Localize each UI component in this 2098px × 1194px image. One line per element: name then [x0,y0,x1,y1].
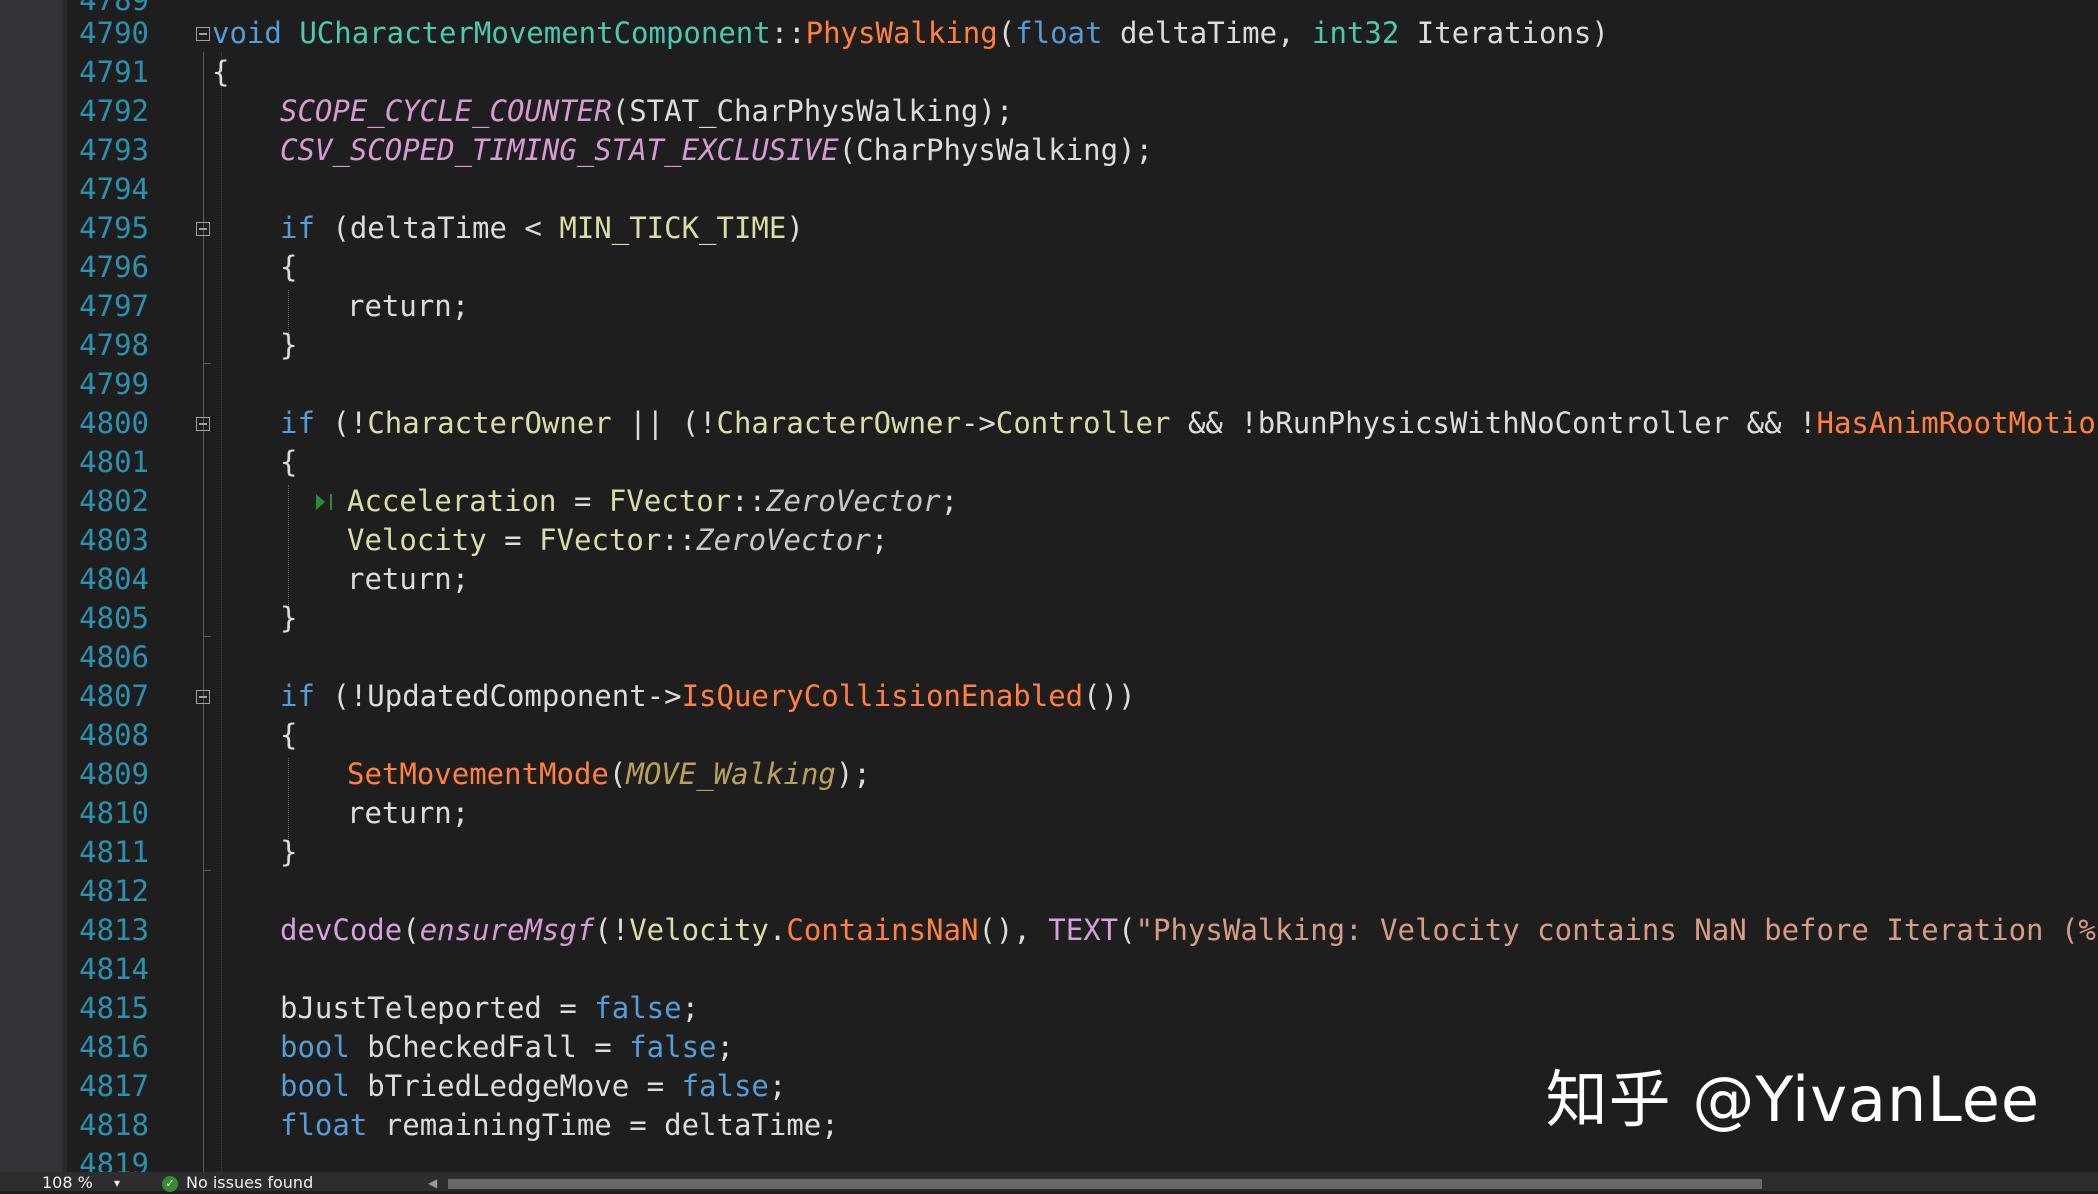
line-number: 4800 [79,406,149,440]
line-number-gutter[interactable]: 4789 4790 4791 4792 4793 4794 4795 4796 … [67,0,195,1181]
line-number: 4801 [79,445,149,479]
line-number: 4818 [79,1108,149,1142]
indent-guide [221,52,222,1172]
code-line-4810: return; [347,796,470,830]
line-number: 4791 [79,55,149,89]
code-line-4801: { [280,445,298,479]
outline-line [203,52,204,1172]
line-number: 4809 [79,757,149,791]
code-line-4818: float remainingTime = deltaTime; [280,1108,839,1142]
line-number: 4799 [79,367,149,401]
line-number: 4816 [79,1030,149,1064]
code-line-4815: bJustTeleported = false; [280,991,700,1025]
code-line-4804: return; [347,562,470,596]
code-line-4817: bool bTriedLedgeMove = false; [280,1069,787,1103]
code-line-4813: devCode(ensureMsgf(!Velocity.ContainsNaN… [280,913,2098,947]
line-number: 4797 [79,289,149,323]
line-number: 4793 [79,133,149,167]
code-line-4793: CSV_SCOPED_TIMING_STAT_EXCLUSIVE(CharPhy… [280,133,1153,167]
line-number: 4810 [79,796,149,830]
line-number: 4796 [79,250,149,284]
code-line-4797: return; [347,289,470,323]
line-number: 4815 [79,991,149,1025]
code-line-4796: { [280,250,298,284]
line-number: 4811 [79,835,149,869]
code-line-4807: if (!UpdatedComponent->IsQueryCollisionE… [280,679,1136,713]
outline-block-end [203,636,211,637]
horizontal-scrollbar[interactable] [448,1179,1762,1189]
line-number: 4802 [79,484,149,518]
outline-block-end [203,870,211,871]
line-number: 4808 [79,718,149,752]
line-number: 4795 [79,211,149,245]
code-line-4800: if (!CharacterOwner || (!CharacterOwner-… [280,406,2098,440]
check-circle-icon: ✓ [162,1176,178,1192]
line-number: 4803 [79,523,149,557]
code-line-4803: Velocity = FVector::ZeroVector; [347,523,889,557]
line-number: 4807 [79,679,149,713]
line-number: 4806 [79,640,149,674]
collapse-toggle-icon[interactable] [196,27,210,41]
line-number: 4805 [79,601,149,635]
execution-arrow-icon [316,494,325,510]
code-line-4792: SCOPE_CYCLE_COUNTER(STAT_CharPhysWalking… [280,94,1014,128]
collapse-toggle-icon[interactable] [196,417,210,431]
editor-status-bar: 108 % ▾ ✓ No issues found ◀ [0,1172,2098,1192]
watermark: 知乎 @YivanLee [1545,1063,2040,1136]
line-number: 4792 [79,94,149,128]
line-number: 4790 [79,16,149,50]
code-line-4802: Acceleration = FVector::ZeroVector; [347,484,959,518]
line-number: 4812 [79,874,149,908]
execution-bar [330,494,332,510]
editor-left-margin [0,0,67,1172]
collapse-toggle-icon[interactable] [196,222,210,236]
line-number: 4804 [79,562,149,596]
code-line-4805: } [280,601,298,635]
line-number: 4814 [79,952,149,986]
outline-block-end [203,363,211,364]
collapse-toggle-icon[interactable] [196,690,210,704]
code-line-4791: { [212,55,230,89]
code-line-4808: { [280,718,298,752]
line-number: 4794 [79,172,149,206]
line-number: 4813 [79,913,149,947]
code-line-4795: if (deltaTime < MIN_TICK_TIME) [280,211,804,245]
code-line-4798: } [280,328,298,362]
line-number: 4798 [79,328,149,362]
code-line-4811: } [280,835,298,869]
code-line-4816: bool bCheckedFall = false; [280,1030,734,1064]
code-line-4790: void UCharacterMovementComponent::PhysWa… [212,16,1609,50]
code-line-4809: SetMovementMode(MOVE_Walking); [347,757,871,791]
line-number: 4817 [79,1069,149,1103]
